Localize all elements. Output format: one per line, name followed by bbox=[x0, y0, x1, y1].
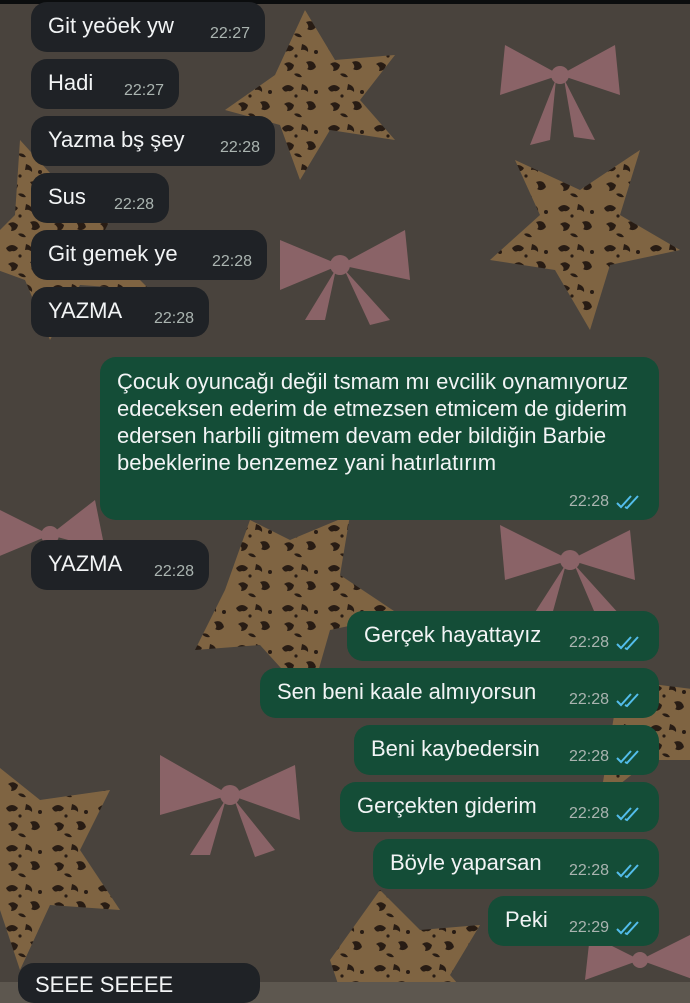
double-check-icon bbox=[616, 636, 639, 651]
message-text: Çocuk oyuncağı değil tsmam mı evcilik oy… bbox=[117, 369, 629, 475]
message-timestamp: 22:28 bbox=[219, 139, 260, 156]
double-check-icon bbox=[616, 921, 639, 936]
message-bubble-incoming[interactable]: YAZMA 22:28 bbox=[31, 540, 209, 590]
message-text: Sen beni kaale almıyorsun bbox=[277, 679, 537, 704]
message-text: Peki bbox=[505, 907, 548, 932]
message-bubble-outgoing[interactable]: Peki 22:29 bbox=[488, 896, 659, 946]
message-timestamp: 22:27 bbox=[209, 25, 250, 42]
double-check-icon bbox=[616, 750, 639, 765]
double-check-icon bbox=[616, 495, 639, 510]
message-timestamp: 22:28 bbox=[568, 493, 609, 510]
message-text: SEEE SEEEE bbox=[35, 972, 174, 997]
message-bubble-incoming[interactable]: Git yeöek yw 22:27 bbox=[31, 2, 265, 52]
message-timestamp: 22:29 bbox=[568, 919, 609, 936]
message-text: Yazma bş şey bbox=[48, 127, 185, 152]
double-check-icon bbox=[616, 807, 639, 822]
message-bubble-incoming[interactable]: Sus 22:28 bbox=[31, 173, 169, 223]
message-bubble-outgoing[interactable]: Gerçek hayattayız 22:28 bbox=[347, 611, 659, 661]
message-bubble-outgoing[interactable]: Sen beni kaale almıyorsun 22:28 bbox=[260, 668, 659, 718]
message-timestamp: 22:28 bbox=[568, 748, 609, 765]
message-timestamp: 22:28 bbox=[153, 563, 194, 580]
message-text: Hadi bbox=[48, 70, 94, 95]
message-bubble-incoming[interactable]: Git gemek ye 22:28 bbox=[31, 230, 267, 280]
message-text: Böyle yaparsan bbox=[390, 850, 542, 875]
message-text: YAZMA bbox=[48, 298, 123, 323]
message-timestamp: 22:28 bbox=[113, 196, 154, 213]
message-bubble-incoming-partial[interactable]: SEEE SEEEE bbox=[18, 963, 260, 1003]
message-timestamp: 22:28 bbox=[568, 634, 609, 651]
message-text: Gerçek hayattayız bbox=[364, 622, 542, 647]
message-text: Git gemek ye bbox=[48, 241, 178, 266]
double-check-icon bbox=[616, 864, 639, 879]
message-text: Sus bbox=[48, 184, 86, 209]
message-timestamp: 22:28 bbox=[568, 691, 609, 708]
message-text: Git yeöek yw bbox=[48, 13, 174, 38]
message-text: Gerçekten giderim bbox=[357, 793, 537, 818]
message-bubble-outgoing[interactable]: Böyle yaparsan 22:28 bbox=[373, 839, 659, 889]
message-bubble-incoming[interactable]: Yazma bş şey 22:28 bbox=[31, 116, 275, 166]
message-timestamp: 22:28 bbox=[568, 862, 609, 879]
message-bubble-incoming[interactable]: Hadi 22:27 bbox=[31, 59, 179, 109]
message-timestamp: 22:28 bbox=[153, 310, 194, 327]
message-bubble-incoming[interactable]: YAZMA 22:28 bbox=[31, 287, 209, 337]
message-timestamp: 22:27 bbox=[123, 82, 164, 99]
message-text: Beni kaybedersin bbox=[371, 736, 540, 761]
message-bubble-outgoing[interactable]: Çocuk oyuncağı değil tsmam mı evcilik oy… bbox=[100, 357, 659, 520]
message-timestamp: 22:28 bbox=[568, 805, 609, 822]
double-check-icon bbox=[616, 693, 639, 708]
message-timestamp: 22:28 bbox=[211, 253, 252, 270]
message-bubble-outgoing[interactable]: Beni kaybedersin 22:28 bbox=[354, 725, 659, 775]
message-text: YAZMA bbox=[48, 551, 123, 576]
message-bubble-outgoing[interactable]: Gerçekten giderim 22:28 bbox=[340, 782, 659, 832]
